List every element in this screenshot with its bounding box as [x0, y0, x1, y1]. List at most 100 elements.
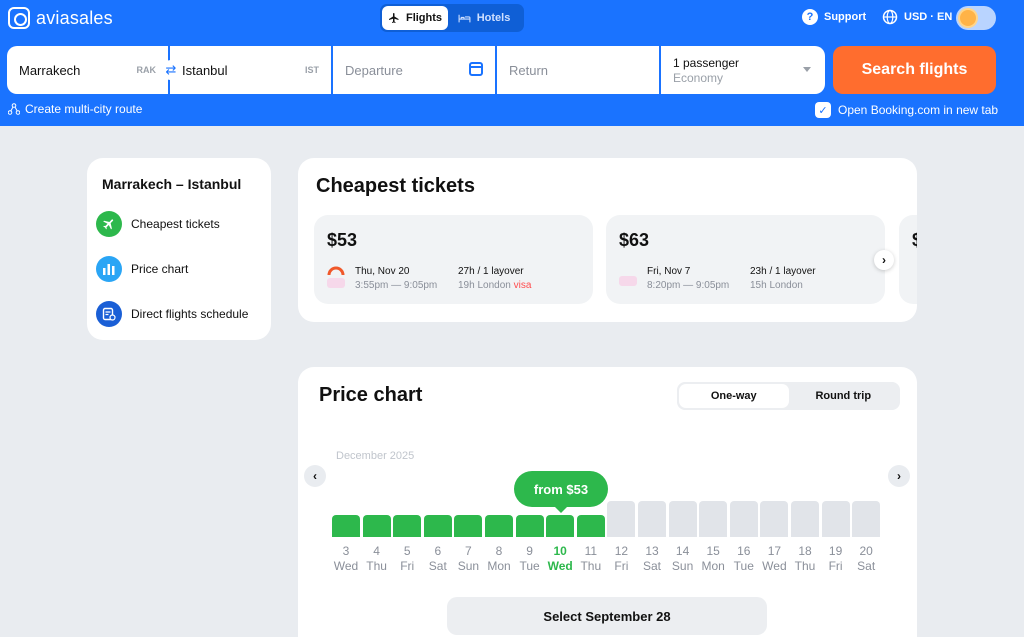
section-title: Price chart — [319, 384, 423, 406]
route-icon — [8, 103, 20, 115]
search-flights-button[interactable]: Search flights — [833, 46, 996, 94]
tab-hotels[interactable]: Hotels — [448, 6, 520, 30]
chevron-right-icon[interactable]: › — [874, 250, 894, 270]
destination-code: IST — [304, 65, 319, 75]
price-bar[interactable] — [393, 515, 422, 537]
price-bar[interactable] — [791, 501, 819, 537]
departure-field[interactable]: Departure — [333, 46, 495, 94]
locale-selector[interactable]: USD · EN — [882, 9, 952, 25]
chevron-right-icon[interactable]: › — [888, 465, 910, 487]
logo-text: aviasales — [36, 7, 113, 28]
duration-value: 23h — [750, 266, 767, 277]
section-title: Cheapest tickets — [316, 175, 475, 197]
price-bar[interactable] — [423, 515, 452, 537]
sidebar-item-price-chart[interactable]: Price chart — [96, 256, 188, 282]
day-weekday: Sun — [457, 559, 480, 573]
day-weekday: Sat — [642, 559, 661, 573]
sidebar-item-schedule[interactable]: Direct flights schedule — [96, 301, 248, 327]
price-bar[interactable] — [668, 501, 697, 537]
passengers-field[interactable]: 1 passenger Economy — [661, 46, 825, 94]
plane-icon — [96, 211, 122, 237]
trip-type-toggle: One-way Round trip — [677, 382, 900, 410]
day-weekday: Tue — [519, 559, 540, 573]
day-number: 5 — [403, 544, 411, 558]
price-bar[interactable] — [638, 501, 666, 537]
price-bar[interactable] — [454, 515, 483, 537]
ticket-price: $53 — [327, 230, 358, 250]
search-form: Marrakech RAK ⇄ Istanbul IST Departure R… — [7, 46, 825, 94]
price-bar[interactable] — [576, 515, 605, 537]
ticket-card-partial[interactable]: $ — [899, 215, 917, 304]
bar-chart-icon — [96, 256, 122, 282]
tab-flights-label: Flights — [405, 12, 443, 24]
ticket-card[interactable]: $63 Fri, Nov 7 8:20pm — 9:05pm 23h / 1 l… — [606, 215, 885, 304]
day-weekday: Tue — [733, 559, 754, 573]
round-trip-option[interactable]: Round trip — [789, 384, 899, 408]
sidebar-item-cheapest[interactable]: Cheapest tickets — [96, 211, 220, 237]
layover-info: 19h London visa — [458, 280, 531, 291]
support-link[interactable]: ? Support — [802, 9, 866, 25]
multicity-label: Create multi-city route — [25, 102, 143, 116]
layover-count: 1 layover — [483, 266, 524, 277]
price-bar[interactable] — [821, 501, 850, 537]
select-date-button[interactable]: Select September 28 — [447, 597, 767, 635]
layover-info: 15h London — [750, 280, 803, 291]
checkbox-checked-icon[interactable]: ✓ — [815, 102, 831, 118]
destination-field[interactable]: Istanbul IST — [170, 46, 331, 94]
logo[interactable]: aviasales — [8, 7, 113, 29]
price-bar[interactable] — [362, 515, 391, 537]
multicity-link[interactable]: Create multi-city route — [8, 102, 142, 116]
ticket-card[interactable]: $53 Thu, Nov 20 3:55pm — 9:05pm 27h / 1 … — [314, 215, 593, 304]
tab-flights[interactable]: Flights — [382, 6, 448, 30]
booking-label: Open Booking.com in new tab — [838, 103, 999, 117]
one-way-option[interactable]: One-way — [679, 384, 789, 408]
origin-code: RAK — [136, 65, 157, 75]
day-number: 6 — [434, 544, 442, 558]
sidebar-item-label: Price chart — [131, 262, 189, 276]
layover-detail: 19h London — [458, 280, 511, 291]
cheapest-tickets-section: Cheapest tickets $53 Thu, Nov 20 3:55pm … — [298, 158, 917, 322]
day-weekday: Fri — [828, 559, 843, 573]
day-weekday: Sat — [857, 559, 876, 573]
airline-logo-icon — [327, 266, 345, 288]
price-bar[interactable] — [729, 501, 758, 537]
booking-option[interactable]: ✓ Open Booking.com in new tab — [815, 102, 998, 118]
price-bar[interactable] — [760, 501, 789, 537]
departure-placeholder: Departure — [345, 62, 403, 78]
day-number: 18 — [798, 544, 812, 558]
logo-icon — [8, 7, 30, 29]
top-bar: aviasales Flights Hotels ? Support USD ·… — [0, 0, 1024, 126]
help-icon: ? — [802, 9, 818, 25]
day-number: 12 — [614, 544, 629, 558]
theme-toggle[interactable] — [956, 6, 996, 30]
passenger-count: 1 passenger — [673, 55, 740, 70]
day-weekday: Wed — [333, 559, 359, 573]
return-field[interactable]: Return — [497, 46, 659, 94]
price-bar[interactable] — [852, 501, 881, 537]
price-bar[interactable] — [546, 515, 575, 537]
day-weekday: Thu — [580, 559, 602, 573]
origin-field[interactable]: Marrakech RAK — [7, 46, 168, 94]
price-bar[interactable] — [485, 515, 513, 537]
day-weekday: Mon — [701, 559, 725, 573]
price-bar[interactable] — [607, 501, 636, 537]
visa-warning: visa — [513, 280, 532, 291]
schedule-icon — [96, 301, 122, 327]
sidebar-item-label: Direct flights schedule — [131, 307, 249, 321]
origin-city: Marrakech — [19, 62, 81, 78]
chevron-left-icon[interactable]: ‹ — [304, 465, 326, 487]
departure-date: Fri, Nov 7 — [647, 266, 691, 277]
globe-icon — [882, 9, 898, 25]
day-number: 15 — [706, 544, 720, 558]
locale-label: USD · EN — [904, 11, 953, 23]
ticket-price: $63 — [619, 230, 650, 250]
return-placeholder: Return — [509, 62, 549, 78]
price-bar[interactable] — [332, 515, 360, 537]
duration-value: 27h — [458, 266, 475, 277]
price-bar[interactable] — [515, 515, 544, 537]
price-bar[interactable] — [699, 501, 728, 537]
day-number: 9 — [526, 544, 533, 558]
plane-icon — [388, 13, 399, 23]
swap-icon[interactable]: ⇄ — [161, 60, 181, 80]
day-weekday: Thu — [366, 559, 387, 573]
